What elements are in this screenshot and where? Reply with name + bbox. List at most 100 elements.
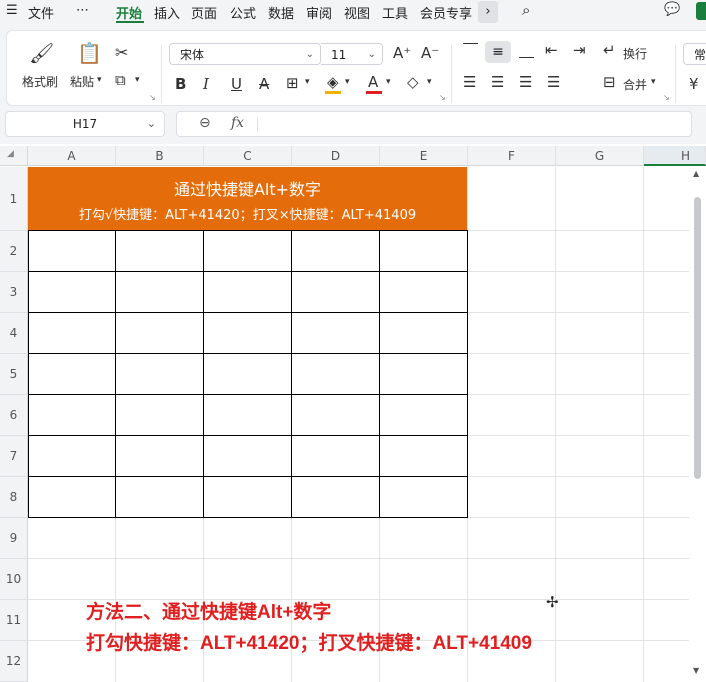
merge-dropdown-icon[interactable]: ▾ bbox=[651, 77, 656, 87]
merge-button[interactable]: 合并 bbox=[623, 76, 647, 93]
row-header-9[interactable]: 9 bbox=[0, 518, 28, 559]
table-cell[interactable] bbox=[380, 231, 468, 272]
strikethrough-icon[interactable]: A bbox=[259, 75, 269, 93]
align-right-icon[interactable]: ☰ bbox=[519, 73, 532, 91]
table-cell[interactable] bbox=[292, 272, 380, 313]
table-cell[interactable] bbox=[380, 354, 468, 395]
increase-font-icon[interactable]: A⁺ bbox=[393, 44, 411, 62]
table-cell[interactable] bbox=[204, 354, 292, 395]
scrollbar-thumb[interactable] bbox=[694, 197, 701, 479]
number-format-select[interactable]: 常 bbox=[683, 43, 706, 65]
table-cell[interactable] bbox=[292, 395, 380, 436]
table-cell[interactable] bbox=[204, 436, 292, 477]
table-cell[interactable] bbox=[380, 395, 468, 436]
format-painter-button[interactable]: 格式刷 bbox=[22, 73, 58, 90]
clear-dropdown-icon[interactable]: ▾ bbox=[427, 77, 432, 87]
comment-icon[interactable]: 💬 bbox=[664, 2, 680, 17]
indent-increase-icon[interactable]: ⇥ bbox=[573, 41, 586, 59]
menu-formula[interactable]: 公式 bbox=[230, 3, 256, 22]
align-center-icon[interactable]: ☰ bbox=[491, 73, 504, 91]
copy-dropdown-icon[interactable]: ▾ bbox=[135, 75, 140, 85]
merged-title-cell[interactable]: 通过快捷键Alt+数字 打勾√快捷键：ALT+41420；打叉×快捷键：ALT+… bbox=[28, 167, 467, 230]
formula-input[interactable] bbox=[265, 117, 685, 133]
table-cell[interactable] bbox=[29, 354, 116, 395]
column-header-g[interactable]: G bbox=[556, 146, 644, 166]
table-cell[interactable] bbox=[116, 477, 204, 518]
column-header-b[interactable]: B bbox=[116, 146, 204, 166]
menu-tools[interactable]: 工具 bbox=[382, 3, 408, 22]
column-header-f[interactable]: F bbox=[468, 146, 556, 166]
row-header-5[interactable]: 5 bbox=[0, 354, 28, 395]
chevron-right-icon[interactable]: › bbox=[478, 1, 498, 23]
font-color-icon[interactable]: A bbox=[368, 73, 378, 91]
row-header-7[interactable]: 7 bbox=[0, 436, 28, 477]
table-cell[interactable] bbox=[204, 313, 292, 354]
border-dropdown-icon[interactable]: ▾ bbox=[305, 77, 310, 87]
menu-member[interactable]: 会员专享 bbox=[420, 3, 472, 22]
clipboard-expand-icon[interactable]: ↘ bbox=[149, 93, 156, 102]
italic-icon[interactable]: I bbox=[203, 75, 209, 93]
zoom-icon[interactable]: ⊖ bbox=[199, 115, 211, 131]
wrap-text-button[interactable]: 换行 bbox=[623, 45, 647, 62]
table-cell[interactable] bbox=[380, 477, 468, 518]
menu-home[interactable]: 开始 bbox=[116, 3, 142, 22]
underline-icon[interactable]: U bbox=[231, 75, 242, 93]
scroll-up-icon[interactable]: ▲ bbox=[693, 169, 699, 178]
cut-icon[interactable]: ✂ bbox=[115, 43, 128, 62]
table-cell[interactable] bbox=[380, 436, 468, 477]
bold-icon[interactable]: B bbox=[175, 75, 186, 93]
font-name-select[interactable]: 宋体 ⌄ bbox=[169, 43, 321, 65]
table-cell[interactable] bbox=[204, 477, 292, 518]
format-painter-icon[interactable]: 🖌 bbox=[29, 41, 54, 65]
wrap-text-icon[interactable]: ↵ bbox=[603, 41, 616, 59]
function-icon[interactable]: fx bbox=[231, 115, 244, 131]
copy-icon[interactable]: ⧉ bbox=[115, 71, 126, 89]
fill-color-icon[interactable]: ◈ bbox=[327, 73, 339, 91]
table-cell[interactable] bbox=[380, 313, 468, 354]
align-bottom-icon[interactable]: ⎽ bbox=[519, 41, 534, 59]
fill-color-dropdown-icon[interactable]: ▾ bbox=[345, 77, 350, 87]
column-header-e[interactable]: E bbox=[380, 146, 468, 166]
paste-dropdown-icon[interactable]: ▾ bbox=[97, 75, 102, 85]
table-cell[interactable] bbox=[29, 231, 116, 272]
row-header-10[interactable]: 10 bbox=[0, 559, 28, 600]
menu-more[interactable]: ⋯ bbox=[76, 3, 89, 18]
row-header-12[interactable]: 12 bbox=[0, 641, 28, 682]
table-cell[interactable] bbox=[116, 354, 204, 395]
column-header-a[interactable]: A bbox=[28, 146, 116, 166]
font-size-select[interactable]: 11 ⌄ bbox=[321, 43, 383, 65]
table-cell[interactable] bbox=[292, 354, 380, 395]
menu-insert[interactable]: 插入 bbox=[154, 3, 180, 22]
justify-icon[interactable]: ☰ bbox=[547, 73, 560, 91]
table-cell[interactable] bbox=[292, 477, 380, 518]
name-box[interactable]: H17 ⌄ bbox=[5, 111, 165, 137]
table-cell[interactable] bbox=[116, 395, 204, 436]
table-cell[interactable] bbox=[29, 395, 116, 436]
align-top-icon[interactable]: ⎺ bbox=[463, 41, 478, 59]
table-cell[interactable] bbox=[116, 313, 204, 354]
table-cell[interactable] bbox=[116, 436, 204, 477]
search-icon[interactable]: ⌕ bbox=[522, 1, 530, 19]
table-cell[interactable] bbox=[29, 272, 116, 313]
vertical-scrollbar[interactable]: ▲ ▼ bbox=[689, 167, 706, 682]
table-cell[interactable] bbox=[29, 313, 116, 354]
row-header-8[interactable]: 8 bbox=[0, 477, 28, 518]
file-icon[interactable]: ☰ bbox=[6, 3, 18, 18]
currency-icon[interactable]: ¥ bbox=[689, 75, 699, 93]
border-icon[interactable]: ⊞ bbox=[286, 74, 299, 92]
select-all-corner[interactable]: ◢ bbox=[0, 146, 28, 166]
row-header-6[interactable]: 6 bbox=[0, 395, 28, 436]
share-icon[interactable] bbox=[696, 2, 706, 20]
table-cell[interactable] bbox=[204, 395, 292, 436]
merge-icon[interactable]: ⊟ bbox=[603, 73, 616, 91]
table-cell[interactable] bbox=[116, 231, 204, 272]
table-cell[interactable] bbox=[29, 477, 116, 518]
menu-data[interactable]: 数据 bbox=[268, 3, 294, 22]
column-header-c[interactable]: C bbox=[204, 146, 292, 166]
table-cell[interactable] bbox=[292, 436, 380, 477]
font-color-dropdown-icon[interactable]: ▾ bbox=[386, 77, 391, 87]
column-header-d[interactable]: D bbox=[292, 146, 380, 166]
table-cell[interactable] bbox=[292, 313, 380, 354]
align-middle-icon[interactable]: ≡ bbox=[485, 41, 511, 63]
indent-decrease-icon[interactable]: ⇤ bbox=[545, 41, 558, 59]
